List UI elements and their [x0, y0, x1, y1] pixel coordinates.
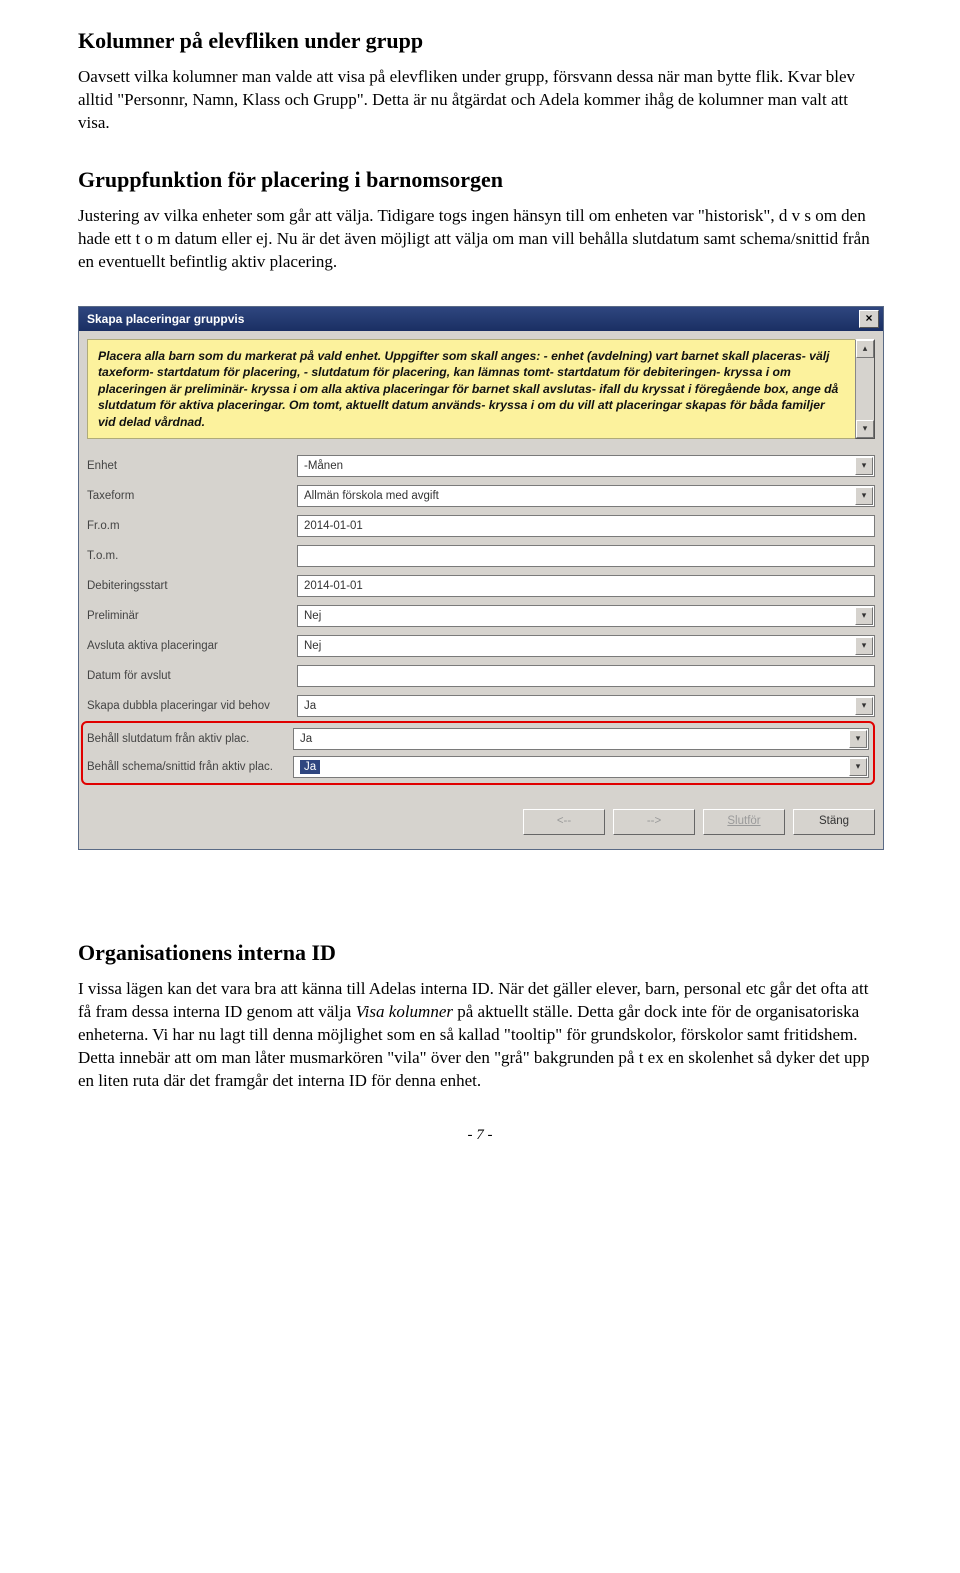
create-placements-dialog: Skapa placeringar gruppvis × Placera all… — [78, 306, 884, 850]
dropdown-behallschema[interactable]: Ja▾ — [293, 756, 869, 778]
dropdown-taxeform[interactable]: Allmän förskola med avgift▾ — [297, 485, 875, 507]
label-enhet: Enhet — [87, 460, 297, 472]
input-avslutdatum[interactable] — [297, 665, 875, 687]
chevron-down-icon: ▾ — [849, 758, 867, 776]
label-debstart: Debiteringsstart — [87, 580, 297, 592]
row-debstart: Debiteringsstart 2014-01-01 — [87, 571, 875, 601]
dialog-button-row: <-- --> Slutför Stäng — [79, 795, 883, 849]
label-taxeform: Taxeform — [87, 490, 297, 502]
input-tom[interactable] — [297, 545, 875, 567]
chevron-down-icon: ▾ — [855, 607, 873, 625]
row-avslutdatum: Datum för avslut — [87, 661, 875, 691]
chevron-down-icon: ▾ — [855, 637, 873, 655]
chevron-down-icon: ▾ — [849, 730, 867, 748]
label-avslutdatum: Datum för avslut — [87, 670, 297, 682]
finish-button[interactable]: Slutför — [703, 809, 785, 835]
scrollbar[interactable]: ▴ ▾ — [855, 339, 875, 439]
section2-para: Justering av vilka enheter som går att v… — [78, 205, 882, 274]
row-taxeform: Taxeform Allmän förskola med avgift▾ — [87, 481, 875, 511]
dialog-titlebar: Skapa placeringar gruppvis × — [79, 307, 883, 331]
row-behallschema: Behåll schema/snittid från aktiv plac. J… — [87, 753, 869, 781]
dropdown-dubbla[interactable]: Ja▾ — [297, 695, 875, 717]
row-tom: T.o.m. — [87, 541, 875, 571]
row-avsluta: Avsluta aktiva placeringar Nej▾ — [87, 631, 875, 661]
input-debstart[interactable]: 2014-01-01 — [297, 575, 875, 597]
next-button[interactable]: --> — [613, 809, 695, 835]
close-icon[interactable]: × — [859, 310, 879, 328]
section3-para: I vissa lägen kan det vara bra att känna… — [78, 978, 882, 1093]
page-footer: - 7 - — [78, 1127, 882, 1144]
highlight-box: Behåll slutdatum från aktiv plac. Ja▾ Be… — [81, 721, 875, 785]
label-avsluta: Avsluta aktiva placeringar — [87, 640, 297, 652]
dropdown-behallslut[interactable]: Ja▾ — [293, 728, 869, 750]
dropdown-enhet[interactable]: -Månen▾ — [297, 455, 875, 477]
row-behallslut: Behåll slutdatum från aktiv plac. Ja▾ — [87, 725, 869, 753]
scroll-down-icon[interactable]: ▾ — [856, 420, 874, 438]
section1-title: Kolumner på elevfliken under grupp — [78, 28, 882, 54]
section1-para: Oavsett vilka kolumner man valde att vis… — [78, 66, 882, 135]
row-preliminar: Preliminär Nej▾ — [87, 601, 875, 631]
scroll-up-icon[interactable]: ▴ — [856, 340, 874, 358]
chevron-down-icon: ▾ — [855, 697, 873, 715]
label-behallschema: Behåll schema/snittid från aktiv plac. — [87, 761, 293, 773]
section2-title: Gruppfunktion för placering i barnomsorg… — [78, 167, 882, 193]
dialog-info-panel: Placera alla barn som du markerat på val… — [87, 339, 875, 439]
close-button[interactable]: Stäng — [793, 809, 875, 835]
dialog-info-text: Placera alla barn som du markerat på val… — [87, 339, 855, 439]
dropdown-avsluta[interactable]: Nej▾ — [297, 635, 875, 657]
row-dubbla: Skapa dubbla placeringar vid behov Ja▾ — [87, 691, 875, 721]
label-preliminar: Preliminär — [87, 610, 297, 622]
chevron-down-icon: ▾ — [855, 457, 873, 475]
dropdown-preliminar[interactable]: Nej▾ — [297, 605, 875, 627]
label-dubbla: Skapa dubbla placeringar vid behov — [87, 700, 297, 712]
input-from[interactable]: 2014-01-01 — [297, 515, 875, 537]
dialog-title: Skapa placeringar gruppvis — [87, 312, 244, 326]
chevron-down-icon: ▾ — [855, 487, 873, 505]
label-from: Fr.o.m — [87, 520, 297, 532]
label-behallslut: Behåll slutdatum från aktiv plac. — [87, 733, 293, 745]
back-button[interactable]: <-- — [523, 809, 605, 835]
section3-title: Organisationens interna ID — [78, 940, 882, 966]
label-tom: T.o.m. — [87, 550, 297, 562]
row-enhet: Enhet -Månen▾ — [87, 451, 875, 481]
row-from: Fr.o.m 2014-01-01 — [87, 511, 875, 541]
